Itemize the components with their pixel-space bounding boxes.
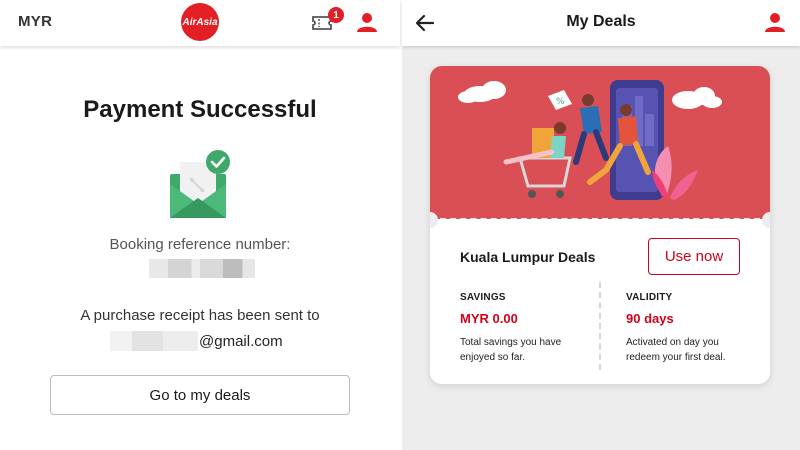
booking-reference-redacted xyxy=(149,259,255,278)
validity-value: 90 days xyxy=(626,311,674,326)
user-icon[interactable] xyxy=(356,11,378,33)
savings-label: SAVINGS xyxy=(460,292,506,303)
svg-text:%: % xyxy=(556,97,565,107)
my-deals-screen: My Deals % Kuala Lumpur Deals Use now SA… xyxy=(402,0,800,450)
user-icon[interactable] xyxy=(764,11,786,33)
airasia-logo[interactable]: AirAsia xyxy=(181,3,219,41)
deal-card[interactable]: % Kuala Lumpur Deals Use now SAVINGS MYR… xyxy=(430,66,770,384)
use-now-button[interactable]: Use now xyxy=(648,238,740,275)
notification-badge: 1 xyxy=(328,7,344,23)
receipt-message: A purchase receipt has been sent to xyxy=(80,307,320,324)
validity-section: VALIDITY 90 days Activated on day you re… xyxy=(626,292,766,365)
savings-description: Total savings you have enjoyed so far. xyxy=(460,337,562,363)
go-to-my-deals-button[interactable]: Go to my deals xyxy=(50,375,350,415)
my-bookings-button[interactable]: 1 xyxy=(312,7,346,35)
email-username-redacted xyxy=(110,331,198,351)
validity-description: Activated on day you redeem your first d… xyxy=(626,337,726,363)
savings-section: SAVINGS MYR 0.00 Total savings you have … xyxy=(460,292,600,365)
booking-reference-label: Booking reference number: xyxy=(109,236,291,253)
page-title: My Deals xyxy=(566,13,636,30)
page-title: Payment Successful xyxy=(83,96,317,123)
payment-success-screen: MYR AirAsia 1 Payment Successful Booking… xyxy=(0,0,400,450)
ticket-notch-right xyxy=(762,212,770,228)
ticket-perforation xyxy=(440,218,760,220)
currency-selector[interactable]: MYR xyxy=(18,13,52,30)
top-bar: MYR AirAsia 1 xyxy=(0,0,400,46)
deal-name: Kuala Lumpur Deals xyxy=(460,249,596,265)
receipt-email: @gmail.com xyxy=(110,330,283,352)
top-bar: My Deals xyxy=(402,0,800,46)
column-divider xyxy=(599,282,601,370)
savings-value: MYR 0.00 xyxy=(460,311,518,326)
validity-label: VALIDITY xyxy=(626,292,673,303)
shopping-illustration: % xyxy=(458,80,722,200)
deal-banner: % xyxy=(430,66,770,219)
email-domain: @gmail.com xyxy=(199,332,283,350)
envelope-check-icon xyxy=(170,150,230,218)
